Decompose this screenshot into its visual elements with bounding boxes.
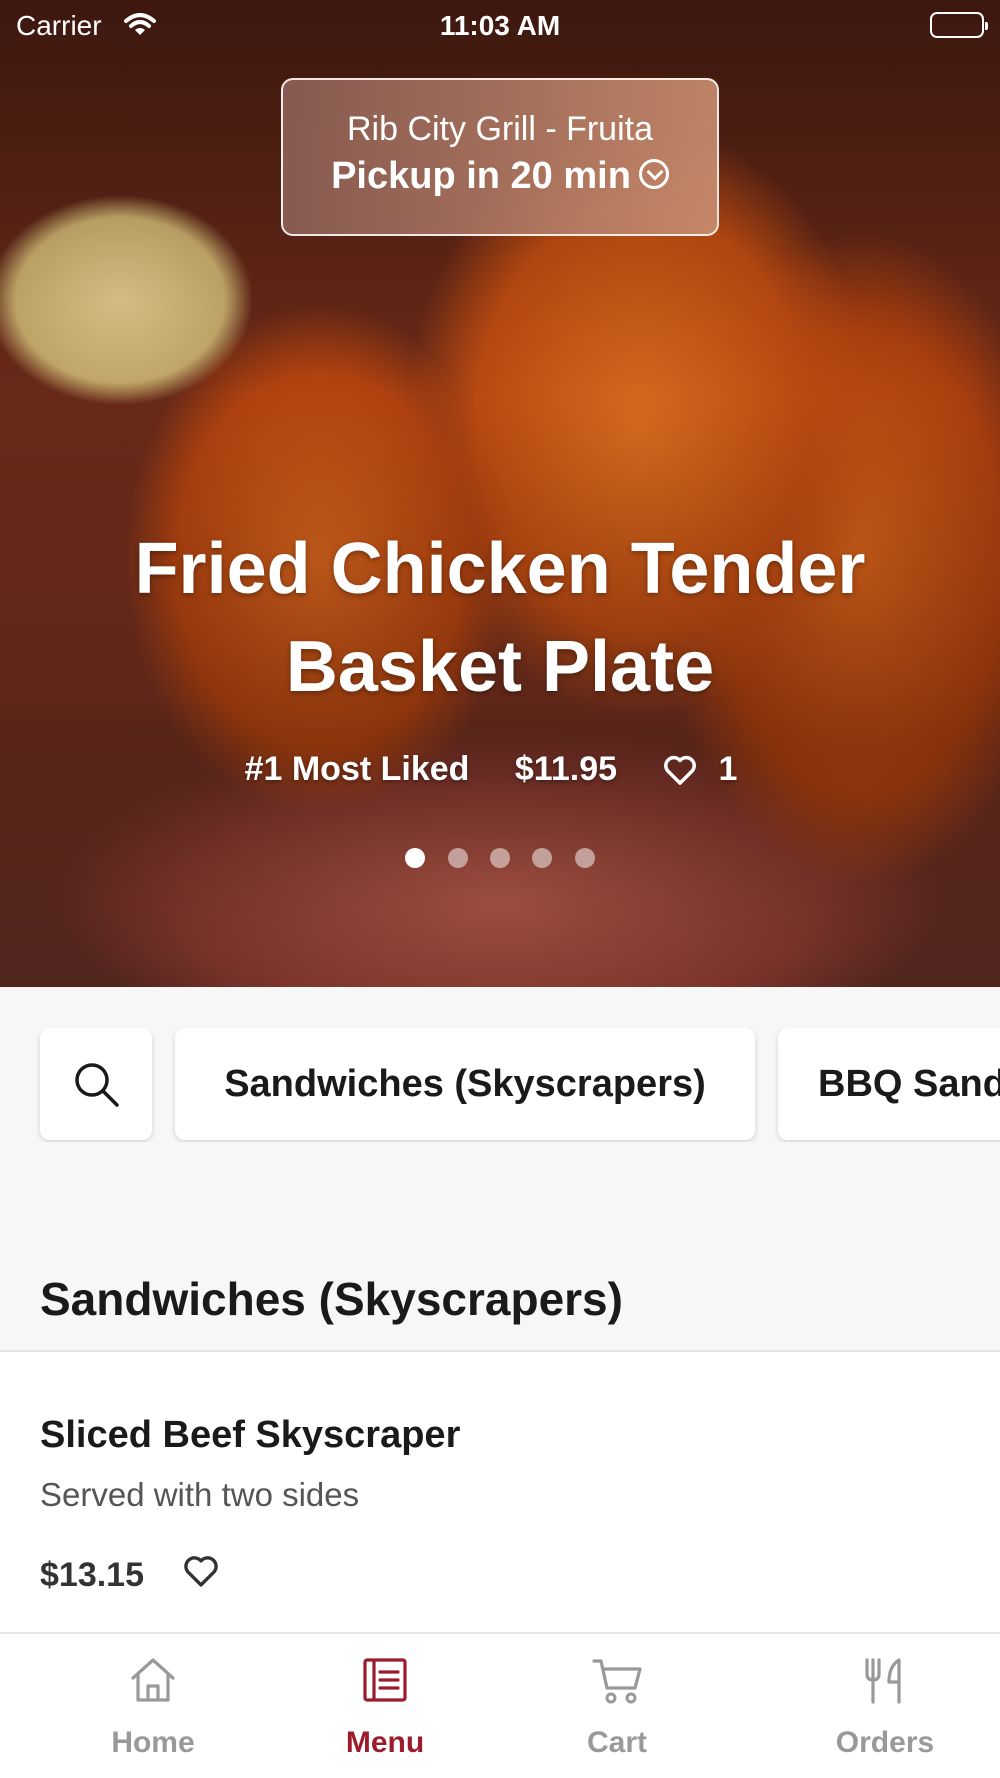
tab-orders-label: Orders [835,1726,935,1759]
carousel-dot[interactable] [447,848,468,868]
featured-rank: #1 Most Liked [244,749,470,788]
featured-title-line-1: Fried Chicken Tender [134,529,866,609]
app-screen: Carrier 11:03 AM Rib City Grill - Fruita… [0,0,1000,1778]
pickup-time-label: Pickup in 20 min [331,155,631,197]
tab-bar: Home Menu Cart Orders [0,1632,1000,1778]
menu-item-name: Sliced Beef Skyscraper [40,1414,461,1456]
pickup-time: Pickup in 20 min [283,155,717,198]
status-bar: Carrier 11:03 AM [0,0,1000,52]
tab-home[interactable]: Home [0,1634,306,1778]
location-selector[interactable]: Rib City Grill - Fruita Pickup in 20 min [281,78,719,236]
menu-item-price: $13.15 [40,1556,144,1594]
restaurant-name: Rib City Grill - Fruita [346,110,654,148]
heart-icon [664,755,697,785]
carousel-dot[interactable] [532,848,553,868]
home-icon [127,1656,179,1709]
tab-orders[interactable]: Orders [770,1634,1000,1778]
favorite-button[interactable] [182,1554,220,1593]
tab-menu-label: Menu [345,1726,425,1759]
featured-likes[interactable]: 1 [662,749,755,790]
featured-like-count: 1 [718,750,738,789]
carousel-dot[interactable] [490,848,510,868]
search-icon [75,1063,119,1107]
featured-meta: #1 Most Liked $11.95 1 [0,748,1000,789]
featured-price: $11.95 [514,749,618,788]
featured-title-line-2: Basket Plate [285,627,715,707]
carousel-dot[interactable] [405,848,426,868]
tab-menu[interactable]: Menu [306,1634,464,1778]
tab-cart-label: Cart [586,1726,647,1759]
tab-cart[interactable]: Cart [464,1634,770,1778]
featured-hero-image[interactable]: Carrier 11:03 AM Rib City Grill - Fruita… [0,0,1000,987]
menu-item[interactable]: Sliced Beef Skyscraper Served with two s… [0,1352,1000,1632]
chevron-down-circle-icon [638,158,669,189]
search-button[interactable] [40,1028,152,1140]
menu-icon [361,1656,409,1709]
featured-item-title[interactable]: Fried Chicken Tender Basket Plate [60,520,940,716]
category-chip-sandwiches[interactable]: Sandwiches (Skyscrapers) [175,1028,755,1140]
carousel-dots [0,848,1000,873]
menu-item-description: Served with two sides [40,1476,360,1513]
category-chip-bar: Sandwiches (Skyscrapers) BBQ Sand [0,1028,1000,1142]
carousel-dot[interactable] [574,848,595,868]
clock-label: 11:03 AM [439,10,561,41]
battery-icon [930,12,988,38]
cart-icon [591,1656,643,1711]
fork-knife-icon [861,1656,909,1711]
section-title: Sandwiches (Skyscrapers) [40,1273,623,1325]
tab-home-label: Home [111,1726,195,1759]
category-chip-bbq-sandwiches[interactable]: BBQ Sand [778,1028,1000,1140]
heart-icon [184,1556,218,1587]
